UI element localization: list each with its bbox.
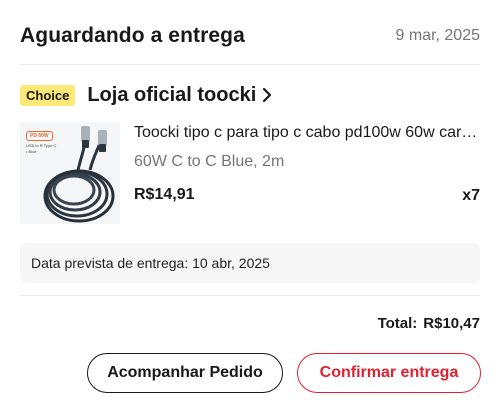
choice-badge: Choice <box>20 84 76 106</box>
delivery-estimate-text: Data prevista de entrega: 10 abr, 2025 <box>31 255 270 271</box>
order-total: Total: R$10,47 <box>378 315 480 332</box>
total-value: R$10,47 <box>423 315 480 332</box>
cable-image-icon <box>43 126 115 223</box>
store-name: Loja oficial toocki <box>87 83 257 106</box>
product-quantity: x7 <box>462 187 480 204</box>
order-status: Aguardando a entrega <box>20 24 245 47</box>
product-thumbnail[interactable]: PD 60W USB to R Type C • Blue <box>20 122 120 224</box>
track-order-button[interactable]: Acompanhar Pedido <box>87 353 283 393</box>
header-divider <box>20 64 480 65</box>
product-price: R$14,91 <box>134 186 195 203</box>
delivery-estimate-box: Data prevista de entrega: 10 abr, 2025 <box>20 243 480 283</box>
store-link[interactable]: Choice Loja oficial toocki <box>20 80 272 110</box>
order-header: Aguardando a entrega 9 mar, 2025 <box>20 20 480 52</box>
order-date: 9 mar, 2025 <box>395 27 481 44</box>
chevron-right-icon <box>262 87 272 103</box>
confirm-delivery-button[interactable]: Confirmar entrega <box>297 353 481 393</box>
total-label: Total: <box>377 315 418 332</box>
product-title[interactable]: Toocki tipo c para tipo c cabo pd100w 60… <box>134 124 480 142</box>
total-divider <box>20 295 480 296</box>
product-variant: 60W C to C Blue, 2m <box>134 153 285 170</box>
